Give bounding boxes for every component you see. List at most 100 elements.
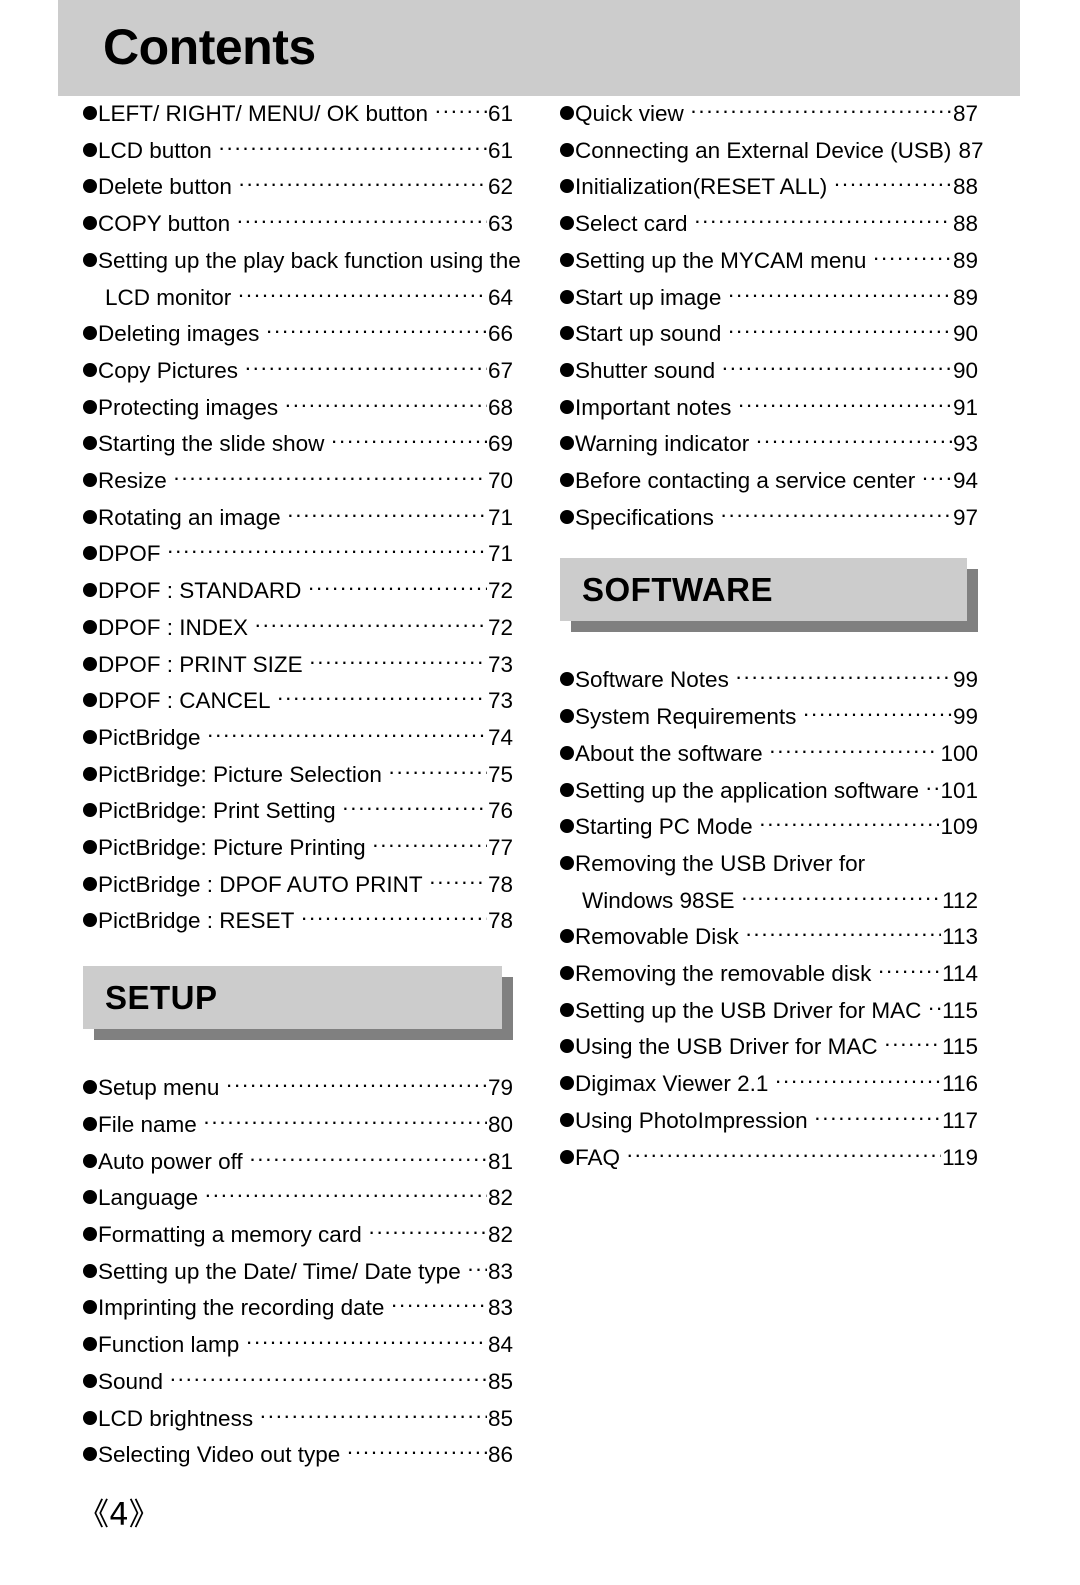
bullet-icon [560, 289, 574, 304]
toc-entry[interactable]: Starting the slide show 69 [83, 426, 513, 463]
toc-entry-label: Important notes [575, 394, 732, 420]
toc-entry[interactable]: Rotating an image 71 [83, 500, 513, 537]
bullet-icon [83, 1190, 97, 1205]
bullet-icon [83, 729, 97, 744]
toc-entry[interactable]: Setting up the USB Driver for MAC 115 [560, 993, 978, 1030]
toc-entry[interactable]: Setup menu 79 [83, 1070, 513, 1107]
toc-entry[interactable]: Resize 70 [83, 463, 513, 500]
toc-entry-label: Setting up the Date/ Time/ Date type [98, 1258, 461, 1284]
toc-entry[interactable]: Delete button 62 [83, 169, 513, 206]
toc-entry-label: LCD brightness [98, 1405, 254, 1431]
toc-entry[interactable]: Formatting a memory card 82 [83, 1217, 513, 1254]
toc-entry[interactable]: DPOF : INDEX 72 [83, 610, 513, 647]
toc-column-right: Quick view87Connecting an External Devic… [560, 96, 983, 1177]
toc-entry[interactable]: DPOF : STANDARD 72 [83, 573, 513, 610]
toc-entry-label: PictBridge [98, 724, 201, 750]
toc-entry[interactable]: DPOF 71 [83, 536, 513, 573]
toc-entry[interactable]: Removable Disk 113 [560, 919, 978, 956]
toc-entry[interactable]: PictBridge : DPOF AUTO PRINT 78 [83, 867, 513, 904]
toc-entry[interactable]: LCD brightness 85 [83, 1401, 513, 1438]
toc-entry[interactable]: Select card 88 [560, 206, 978, 243]
toc-entry[interactable]: Copy Pictures 67 [83, 353, 513, 390]
toc-entry[interactable]: Sound 85 [83, 1364, 513, 1401]
bullet-icon [83, 1410, 97, 1425]
dot-leader [330, 423, 487, 460]
toc-entry[interactable]: About the software 100 [560, 736, 978, 773]
toc-entry[interactable]: Starting PC Mode 109 [560, 809, 978, 846]
toc-entry-label: Delete button [98, 174, 232, 200]
toc-entry[interactable]: Removing the USB Driver for [560, 846, 978, 883]
toc-entry-page-number: 97 [952, 504, 978, 530]
toc-entry-page-number: 89 [952, 284, 978, 310]
bullet-icon [560, 709, 574, 724]
toc-entry[interactable]: DPOF : PRINT SIZE 73 [83, 647, 513, 684]
toc-entry-page-number: 69 [487, 431, 513, 457]
toc-entry-label: LCD monitor [105, 284, 232, 310]
toc-entry-page-number: 72 [487, 578, 513, 604]
toc-entry[interactable]: COPY button 63 [83, 206, 513, 243]
dot-leader [884, 1026, 942, 1063]
toc-entry[interactable]: PictBridge: Print Setting 76 [83, 793, 513, 830]
spacer-after-setup-banner [83, 1040, 513, 1070]
dot-leader [300, 900, 487, 937]
toc-entry[interactable]: Digimax Viewer 2.1 116 [560, 1066, 978, 1103]
toc-entry-page-number: 112 [942, 887, 978, 913]
toc-entry[interactable]: Language 82 [83, 1180, 513, 1217]
toc-entry[interactable]: Important notes 91 [560, 390, 978, 427]
toc-entry[interactable]: LEFT/ RIGHT/ MENU/ OK button 61 [83, 96, 513, 133]
toc-entry-label: Starting the slide show [98, 431, 325, 457]
bullet-icon [83, 876, 97, 891]
dot-leader [877, 953, 941, 990]
toc-entry[interactable]: System Requirements 99 [560, 699, 978, 736]
toc-entry[interactable]: Before contacting a service center 94 [560, 463, 978, 500]
dot-leader [203, 1104, 487, 1141]
toc-entry[interactable]: Shutter sound 90 [560, 353, 978, 390]
toc-entry[interactable]: Start up sound 90 [560, 316, 978, 353]
toc-entry[interactable]: DPOF : CANCEL 73 [83, 683, 513, 720]
toc-entry[interactable]: Using the USB Driver for MAC 115 [560, 1029, 978, 1066]
bullet-icon [83, 1263, 97, 1278]
toc-entry[interactable]: Removing the removable disk 114 [560, 956, 978, 993]
bullet-icon [83, 252, 97, 267]
dot-leader [467, 1251, 487, 1288]
toc-entry[interactable]: File name 80 [83, 1107, 513, 1144]
toc-entry[interactable]: Setting up the play back function using … [83, 243, 521, 280]
toc-entry[interactable]: Specifications 97 [560, 500, 978, 537]
toc-entry[interactable]: Setting up the Date/ Time/ Date type 83 [83, 1254, 513, 1291]
toc-entry[interactable]: Connecting an External Device (USB) 87 [560, 133, 983, 170]
toc-entry[interactable]: Deleting images 66 [83, 316, 513, 353]
toc-entry[interactable]: Auto power off 81 [83, 1144, 513, 1181]
toc-entry[interactable]: PictBridge: Picture Printing 77 [83, 830, 513, 867]
toc-entry[interactable]: Quick view 87 [560, 96, 978, 133]
toc-entry[interactable]: FAQ 119 [560, 1140, 978, 1177]
toc-entry[interactable]: Start up image 89 [560, 280, 978, 317]
toc-entry-label: Before contacting a service center [575, 468, 916, 494]
bullet-icon [560, 966, 574, 981]
toc-entry[interactable]: Selecting Video out type 86 [83, 1437, 513, 1474]
toc-entry[interactable]: PictBridge: Picture Selection 75 [83, 757, 513, 794]
toc-entry-page-number: 119 [942, 1144, 978, 1170]
toc-entry[interactable]: Using PhotoImpression 117 [560, 1103, 978, 1140]
toc-entry-page-number: 67 [487, 357, 513, 383]
toc-entry[interactable]: Function lamp 84 [83, 1327, 513, 1364]
toc-entry-label: Resize [98, 468, 167, 494]
toc-entry[interactable]: LCD monitor 64 [83, 280, 513, 317]
toc-entry-label: System Requirements [575, 704, 797, 730]
bullet-icon [83, 142, 97, 157]
toc-entry[interactable]: PictBridge 74 [83, 720, 513, 757]
dot-leader [259, 1398, 487, 1435]
toc-entry[interactable]: Setting up the application software 101 [560, 773, 978, 810]
toc-entry[interactable]: Setting up the MYCAM menu 89 [560, 243, 978, 280]
toc-entry-page-number: 83 [487, 1295, 513, 1321]
dot-leader [626, 1137, 941, 1174]
toc-entry-label: Shutter sound [575, 357, 716, 383]
toc-entry[interactable]: Warning indicator 93 [560, 426, 978, 463]
toc-entry[interactable]: Initialization(RESET ALL) 88 [560, 169, 978, 206]
toc-entry[interactable]: Windows 98SE 112 [560, 883, 978, 920]
toc-entry[interactable]: Software Notes 99 [560, 662, 978, 699]
toc-entry[interactable]: Protecting images 68 [83, 390, 513, 427]
dot-leader [238, 166, 487, 203]
toc-entry[interactable]: LCD button 61 [83, 133, 513, 170]
toc-entry[interactable]: PictBridge : RESET 78 [83, 903, 513, 940]
toc-entry[interactable]: Imprinting the recording date 83 [83, 1290, 513, 1327]
